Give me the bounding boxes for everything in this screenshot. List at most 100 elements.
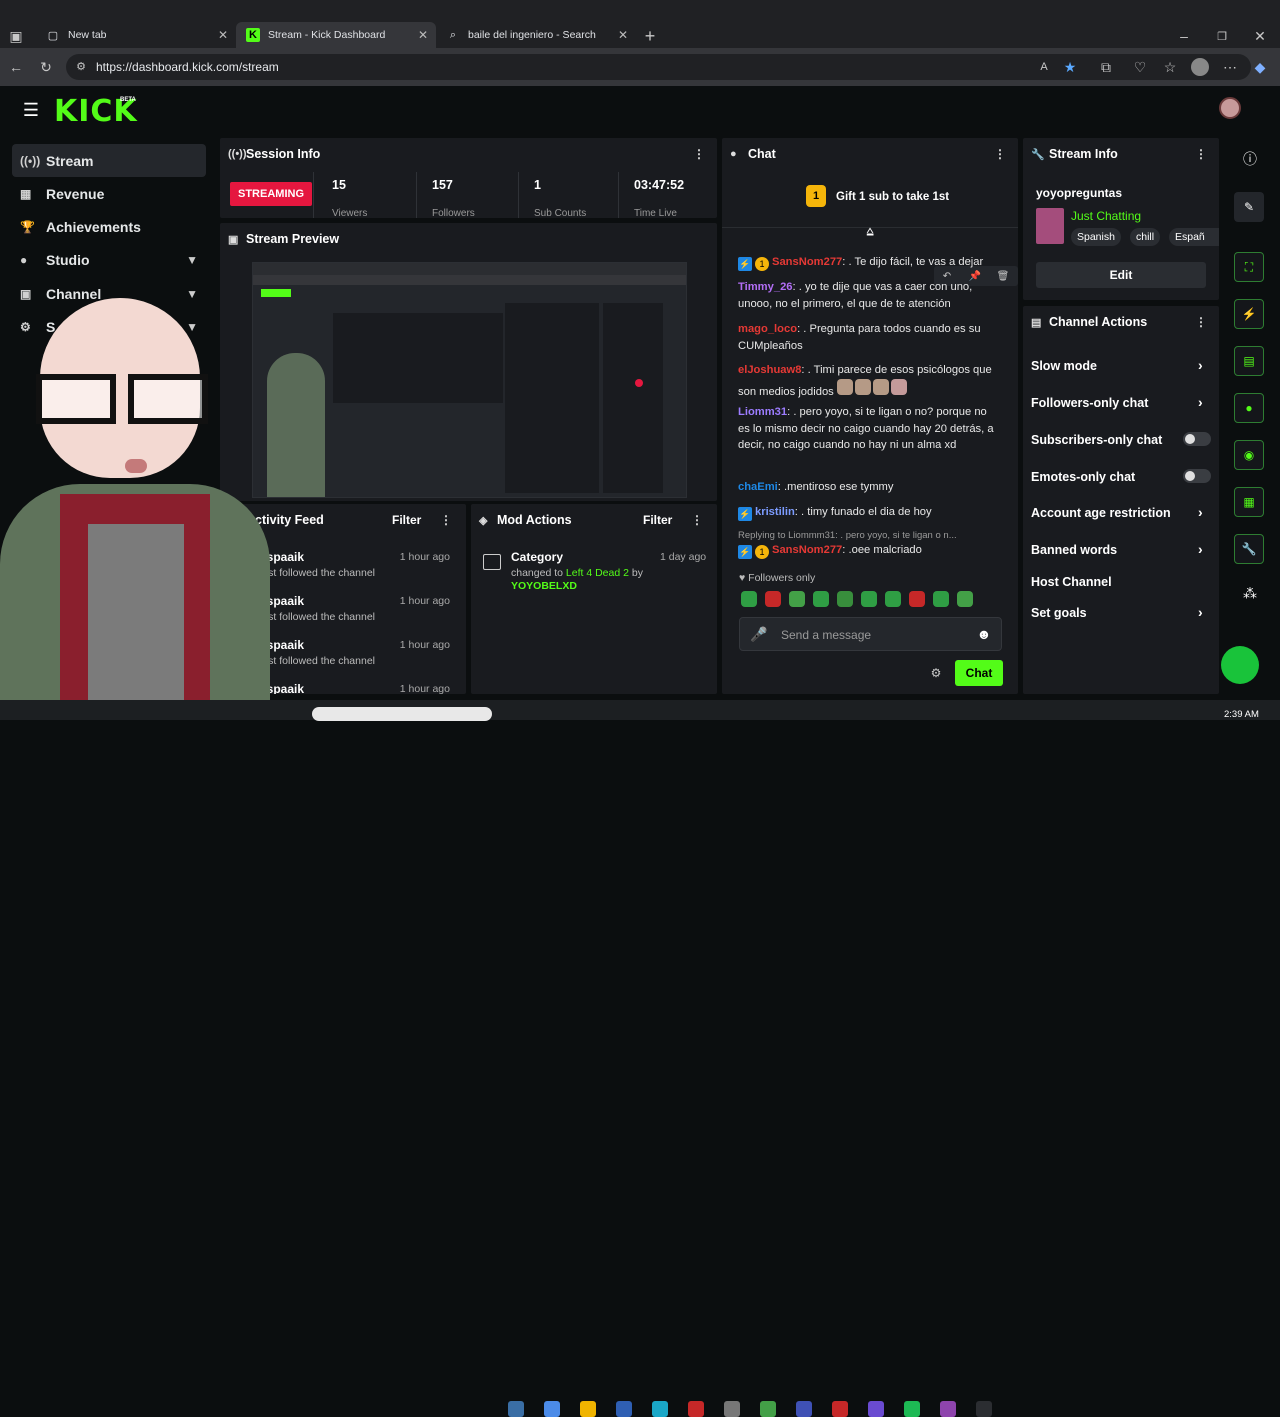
chat-message[interactable]: Timmy_26: . yo te dije que vas a caer co… [738,279,1000,312]
chat-message[interactable]: ⚡ kristilin: . timy funado el dia de hoy [738,504,1000,521]
taskbar-app-icon[interactable] [868,1401,884,1417]
sidebar-item-stream[interactable]: ((•)) Stream [12,144,206,177]
subscribers-only-toggle[interactable] [1183,432,1211,446]
category-link[interactable]: Left 4 Dead 2 [566,567,629,579]
chat-message[interactable]: ⚡ 1 SansNom277: .oee malcriado [738,542,1000,559]
wrench-icon[interactable]: 🔧 [1234,534,1264,564]
more-vertical-icon[interactable]: ⋮ [440,513,452,527]
site-info-icon[interactable]: ⚙ [74,60,88,74]
more-vertical-icon[interactable]: ⋮ [1195,147,1207,161]
chat-username[interactable]: mago_loco [738,323,797,335]
taskbar-app-icon[interactable] [580,1401,596,1417]
taskbar-app-icon[interactable] [976,1401,992,1417]
taskbar-app-icon[interactable] [508,1401,524,1417]
chat-bubble-icon[interactable]: ● [1234,393,1264,423]
chat-message[interactable]: chaEmi: .mentiroso ese tymmy [738,479,1000,496]
new-tab-button[interactable]: + [642,26,658,46]
chat-username[interactable]: elJoshuaw8 [738,364,801,376]
emote-icon[interactable] [741,591,757,607]
emote-icon[interactable] [837,591,853,607]
emote-icon[interactable] [765,591,781,607]
tag-spanish[interactable]: Spanish [1071,228,1121,246]
stream-preview-video[interactable] [252,262,687,498]
tab-kick-dashboard[interactable]: K Stream - Kick Dashboard ✕ [236,22,436,48]
taskbar-app-icon[interactable] [940,1401,956,1417]
more-vertical-icon[interactable]: ⋮ [693,147,705,161]
send-chat-button[interactable]: Chat [955,660,1003,686]
followers-only-action[interactable]: Followers-only chat [1031,396,1148,410]
emote-icon[interactable] [909,591,925,607]
layout-icon[interactable]: ▦ [1234,487,1264,517]
chat-message[interactable]: mago_loco: . Pregunta para todos cuando … [738,321,1000,354]
banned-words-action[interactable]: Banned words [1031,543,1117,557]
chat-message[interactable]: elJoshuaw8: . Timi parece de esos psicól… [738,362,1000,400]
reload-icon[interactable]: ↻ [38,59,54,75]
taskbar-app-icon[interactable] [796,1401,812,1417]
avatar[interactable] [1219,97,1241,119]
chat-settings-icon[interactable]: ⚙ [929,666,943,680]
category-name[interactable]: Just Chatting [1071,209,1141,223]
apps-icon[interactable]: ⁂ [1242,585,1258,601]
chevron-right-icon[interactable]: › [1198,541,1203,557]
minimize-icon[interactable]: – [1176,28,1192,44]
user-link[interactable]: YOYOBELXD [511,580,577,592]
more-vertical-icon[interactable]: ⋮ [691,513,703,527]
close-icon[interactable]: ✕ [218,28,228,42]
filter-button[interactable]: Filter [643,513,672,527]
filter-button[interactable]: Filter [392,513,421,527]
broadcast-icon[interactable]: ◉ [1234,440,1264,470]
chevron-right-icon[interactable]: › [1198,604,1203,620]
taskbar-app-icon[interactable] [652,1401,668,1417]
favorites-icon[interactable]: ☆ [1162,59,1178,75]
emote-icon[interactable] [813,591,829,607]
browser-essentials-icon[interactable]: ♡ [1132,59,1148,75]
document-icon[interactable]: ▤ [1234,346,1264,376]
pinned-icon[interactable]: ⩠ [862,224,878,238]
chat-username[interactable]: chaEmi [738,481,778,493]
slow-mode-action[interactable]: Slow mode [1031,359,1097,373]
host-channel-action[interactable]: Host Channel [1031,575,1112,589]
window-close-icon[interactable]: ✕ [1252,28,1268,44]
tag-chill[interactable]: chill [1130,228,1161,246]
support-chat-icon[interactable] [1221,646,1259,684]
chat-username[interactable]: kristilin [755,506,795,518]
taskbar-app-icon[interactable] [904,1401,920,1417]
sidebar-toggle-icon[interactable]: ▣ [8,28,24,44]
taskbar-app-icon[interactable] [688,1401,704,1417]
menu-icon[interactable]: ☰ [22,100,40,120]
lightning-icon[interactable]: ⚡ [1234,299,1264,329]
read-aloud-icon[interactable]: A [1036,59,1052,75]
emote-icon[interactable] [957,591,973,607]
more-vertical-icon[interactable]: ⋮ [994,147,1006,161]
emote-icon[interactable] [885,591,901,607]
taskbar-app-icon[interactable] [616,1401,632,1417]
sidebar-item-revenue[interactable]: ▦ Revenue [12,177,206,210]
tag-espanol[interactable]: Españ [1169,228,1219,246]
chat-username[interactable]: SansNom277 [772,544,842,556]
set-goals-action[interactable]: Set goals [1031,606,1087,620]
edit-stream-button[interactable]: Edit [1036,262,1206,288]
chevron-right-icon[interactable]: › [1198,504,1203,520]
microphone-icon[interactable]: 🎤 [750,626,767,642]
back-icon[interactable]: ← [8,59,24,75]
close-icon[interactable]: ✕ [418,28,428,42]
taskbar-app-icon[interactable] [832,1401,848,1417]
more-options-icon[interactable]: ⋯ [1222,59,1238,75]
favorite-star-icon[interactable]: ★ [1062,59,1078,75]
chevron-right-icon[interactable]: › [1198,394,1203,410]
taskbar-app-icon[interactable] [760,1401,776,1417]
taskbar-app-icon[interactable] [724,1401,740,1417]
copilot-icon[interactable]: ◆ [1252,59,1268,75]
gift-banner[interactable]: 1 Gift 1 sub to take 1st [722,170,1018,228]
info-icon[interactable]: ⓘ [1242,151,1258,167]
close-icon[interactable]: ✕ [618,28,628,42]
tab-search[interactable]: ⌕ baile del ingeniero - Search ✕ [436,22,636,48]
sidebar-item-achievements[interactable]: 🏆 Achievements [12,210,206,243]
emote-icon[interactable] [933,591,949,607]
emotes-only-toggle[interactable] [1183,469,1211,483]
emote-icon[interactable] [861,591,877,607]
taskbar-clock[interactable]: 2:39 AM [1224,709,1259,720]
extensions-icon[interactable]: ⧉ [1098,59,1114,75]
chat-message[interactable]: Liomm31: . pero yoyo, si te ligan o no? … [738,404,1000,454]
sidebar-item-studio[interactable]: ● Studio ▼ [12,243,206,276]
